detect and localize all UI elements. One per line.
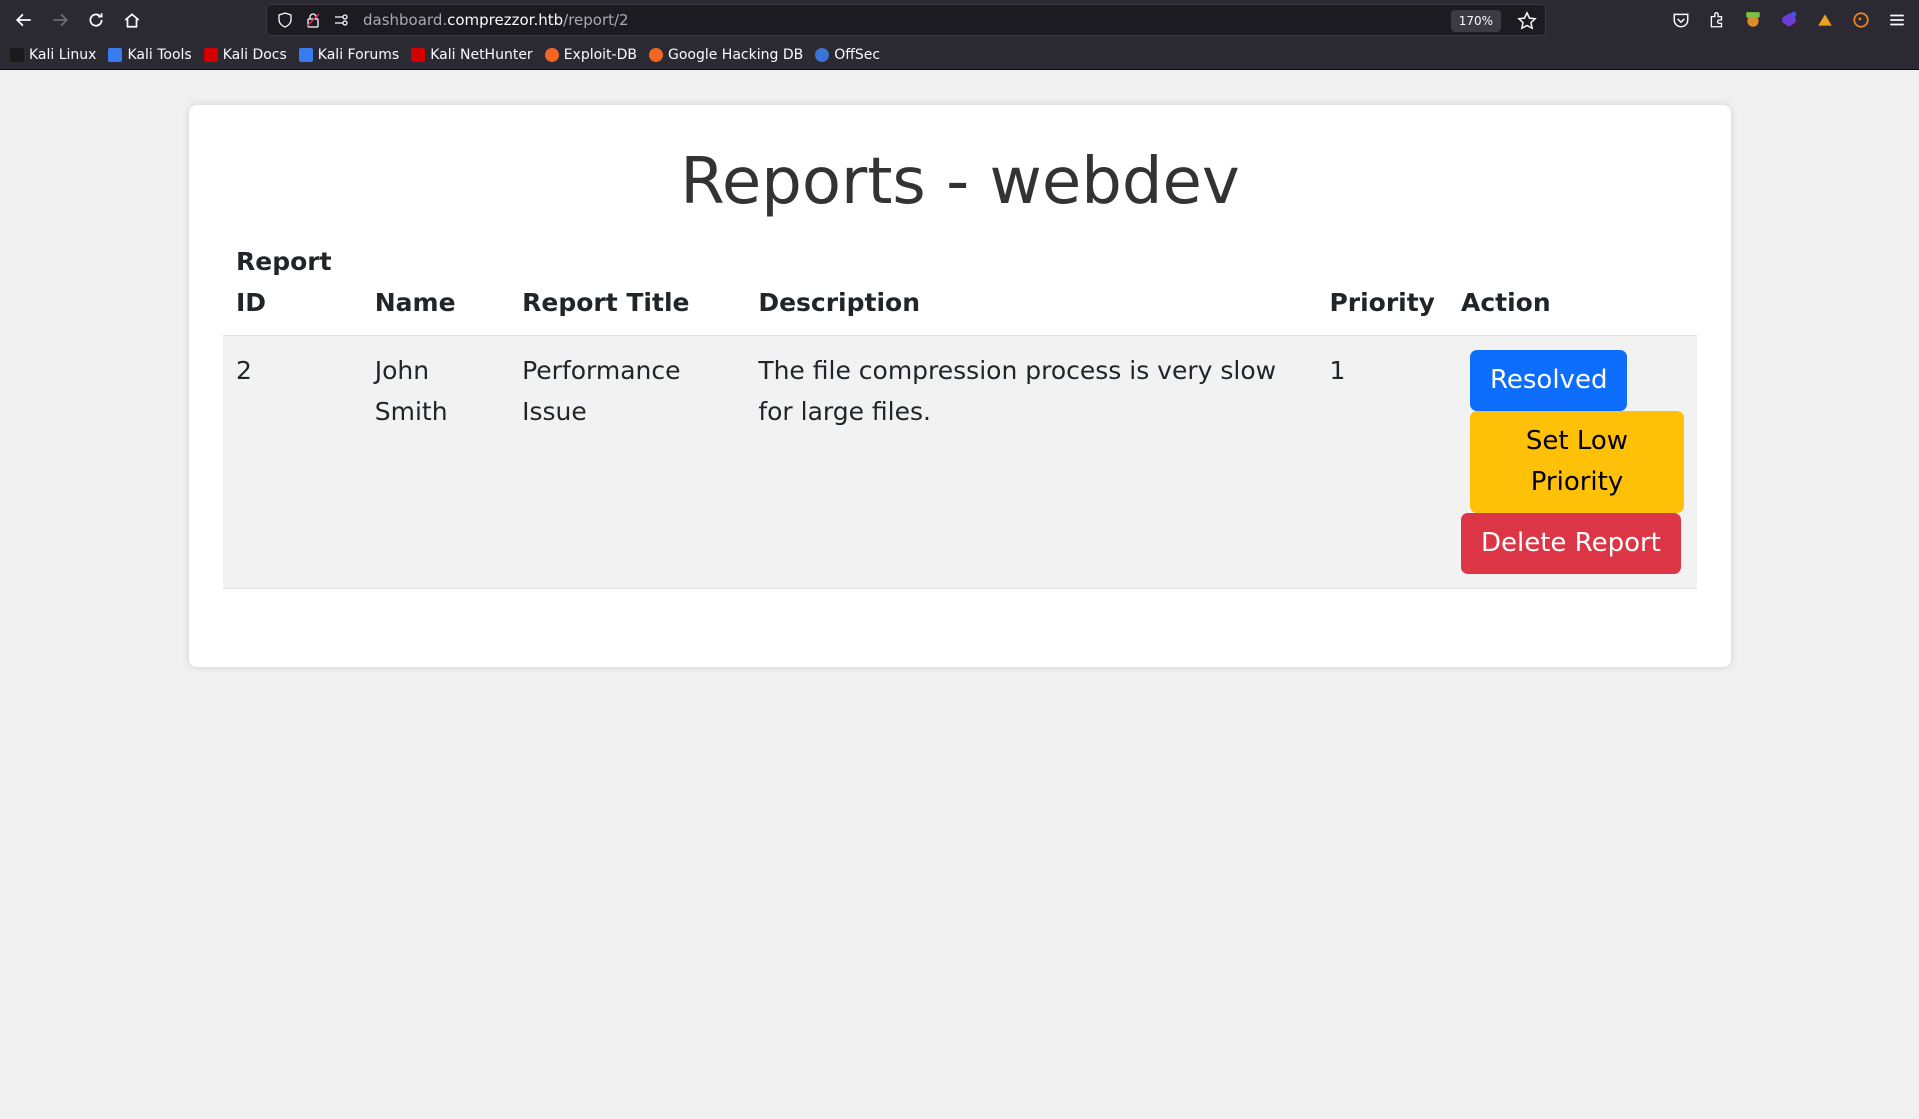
exploit-db-icon (544, 47, 559, 62)
extensions-icon (1710, 12, 1723, 28)
url-prefix: dashboard. (363, 11, 448, 29)
bookmark-label: Kali Docs (222, 46, 287, 63)
extensions-button[interactable] (1699, 2, 1735, 38)
col-header-name: Name (361, 241, 510, 336)
cell-priority: 1 (1316, 335, 1448, 589)
cell-actions: Resolved Set Low Priority Delete Report (1447, 335, 1697, 589)
reports-card: Reports - webdev Report ID Name Report Ti… (189, 105, 1731, 667)
cookie-extension-button[interactable] (1843, 2, 1879, 38)
bookmark-exploit-db[interactable]: Exploit-DB (544, 46, 637, 63)
url-path: /report/2 (563, 11, 629, 29)
proxy-icon (1782, 11, 1797, 27)
col-header-priority: Priority (1316, 241, 1448, 336)
bookmarks-bar: Kali Linux Kali Tools Kali Docs Kali For… (0, 40, 1919, 70)
lock-icon[interactable] (299, 4, 327, 36)
kali-forums-icon (298, 47, 313, 62)
kali-docs-icon (203, 47, 218, 62)
cell-report-title: Performance Issue (509, 335, 746, 589)
cell-name: John Smith (361, 335, 510, 589)
cookie-icon (1853, 12, 1869, 28)
bookmark-label: Exploit-DB (563, 46, 637, 63)
home-button[interactable] (114, 2, 150, 38)
bookmark-label: Kali NetHunter (430, 46, 533, 63)
bookmark-star-icon[interactable] (1517, 11, 1537, 31)
reports-table: Report ID Name Report Title Description P… (223, 241, 1697, 589)
col-header-action: Action (1447, 241, 1697, 336)
bookmark-offsec[interactable]: OffSec (815, 47, 880, 63)
wappalyzer-extension-button[interactable] (1807, 2, 1843, 38)
url-bar[interactable]: dashboard.comprezzor.htb/report/2 170% (266, 4, 1546, 36)
back-button[interactable] (6, 2, 42, 38)
col-header-description: Description (745, 241, 1317, 336)
cell-report-id: 2 (223, 335, 362, 589)
browser-toolbar: dashboard.comprezzor.htb/report/2 170% (0, 0, 1919, 40)
bookmark-kali-linux[interactable]: Kali Linux (10, 47, 96, 63)
bookmark-kali-docs[interactable]: Kali Docs (203, 46, 287, 63)
kali-tools-icon (108, 47, 123, 62)
table-row: 2 John Smith Performance Issue The file … (223, 335, 1697, 589)
wappalyzer-icon (1818, 14, 1832, 26)
ghdb-icon (648, 47, 663, 62)
kali-nethunter-icon (411, 47, 426, 62)
bookmark-label: Kali Tools (127, 46, 192, 63)
shield-icon[interactable] (271, 4, 299, 36)
bookmark-kali-forums[interactable]: Kali Forums (298, 46, 400, 63)
permissions-icon[interactable] (327, 4, 355, 36)
bookmark-google-hacking-db[interactable]: Google Hacking DB (648, 46, 804, 63)
reload-icon (89, 13, 103, 27)
bookmark-label: Kali Linux (29, 46, 97, 63)
col-header-report-id: Report ID (223, 241, 362, 336)
burp-extension-button[interactable] (1735, 2, 1771, 38)
bookmark-label: Google Hacking DB (667, 46, 804, 63)
page-title: Reports - webdev (680, 145, 1240, 219)
url-text[interactable]: dashboard.comprezzor.htb/report/2 (363, 11, 629, 29)
bookmark-kali-tools[interactable]: Kali Tools (108, 46, 192, 63)
burp-icon (1746, 12, 1760, 27)
hamburger-menu-icon (1890, 14, 1904, 26)
cell-description: The file compression process is very slo… (745, 335, 1317, 589)
bookmark-kali-nethunter[interactable]: Kali NetHunter (411, 46, 533, 63)
pocket-button[interactable] (1663, 2, 1699, 38)
zoom-level-badge[interactable]: 170% (1450, 10, 1501, 32)
url-host: comprezzor.htb (447, 11, 564, 29)
forward-button[interactable] (42, 2, 78, 38)
home-icon (124, 13, 140, 28)
menu-button[interactable] (1879, 2, 1915, 38)
table-header-row: Report ID Name Report Title Description P… (223, 241, 1697, 336)
col-header-report-title: Report Title (509, 241, 746, 336)
set-low-priority-button[interactable]: Set Low Priority (1469, 411, 1684, 513)
bookmark-label: Kali Forums (317, 46, 400, 63)
delete-report-button[interactable]: Delete Report (1460, 513, 1681, 574)
back-arrow-icon (15, 13, 31, 27)
forward-arrow-icon (53, 13, 69, 27)
reload-button[interactable] (78, 2, 114, 38)
proxy-extension-button[interactable] (1771, 2, 1807, 38)
offsec-icon (815, 47, 830, 62)
pocket-icon (1673, 13, 1689, 28)
resolved-button[interactable]: Resolved (1469, 350, 1628, 411)
bookmark-label: OffSec (834, 46, 881, 63)
kali-dragon-icon (10, 47, 24, 62)
